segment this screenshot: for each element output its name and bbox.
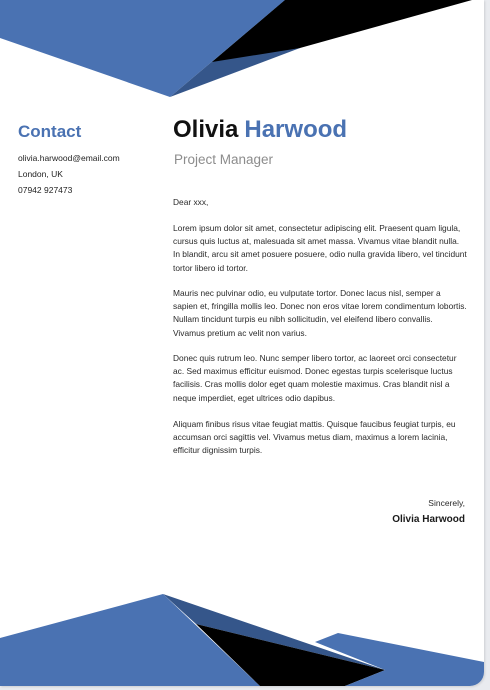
contact-heading: Contact xyxy=(18,122,82,141)
signature-name: Olivia Harwood xyxy=(392,514,465,525)
first-name: Olivia xyxy=(173,116,239,143)
signoff: Sincerely, xyxy=(428,498,465,508)
salutation: Dear xxx, xyxy=(173,197,209,207)
applicant-name: Olivia Harwood xyxy=(173,116,347,144)
letter-paragraph: Aliquam finibus risus vitae feugiat matt… xyxy=(173,419,456,456)
letter-paragraph: Mauris nec pulvinar odio, eu vulputate t… xyxy=(173,288,467,338)
last-name: Harwood xyxy=(244,116,348,143)
footer-decoration xyxy=(0,594,484,686)
contact-email[interactable]: olivia.harwood@email.com xyxy=(18,153,120,163)
contact-location: London, UK xyxy=(18,169,63,179)
letter-paragraph: Lorem ipsum dolor sit amet, consectetur … xyxy=(173,223,467,273)
header-decoration xyxy=(0,0,472,97)
letter-page: Contact olivia.harwood@email.com London,… xyxy=(0,0,484,686)
job-title: Project Manager xyxy=(174,152,274,167)
letter-paragraph: Donec quis rutrum leo. Nunc semper liber… xyxy=(173,353,457,403)
contact-phone[interactable]: 07942 927473 xyxy=(18,185,72,195)
